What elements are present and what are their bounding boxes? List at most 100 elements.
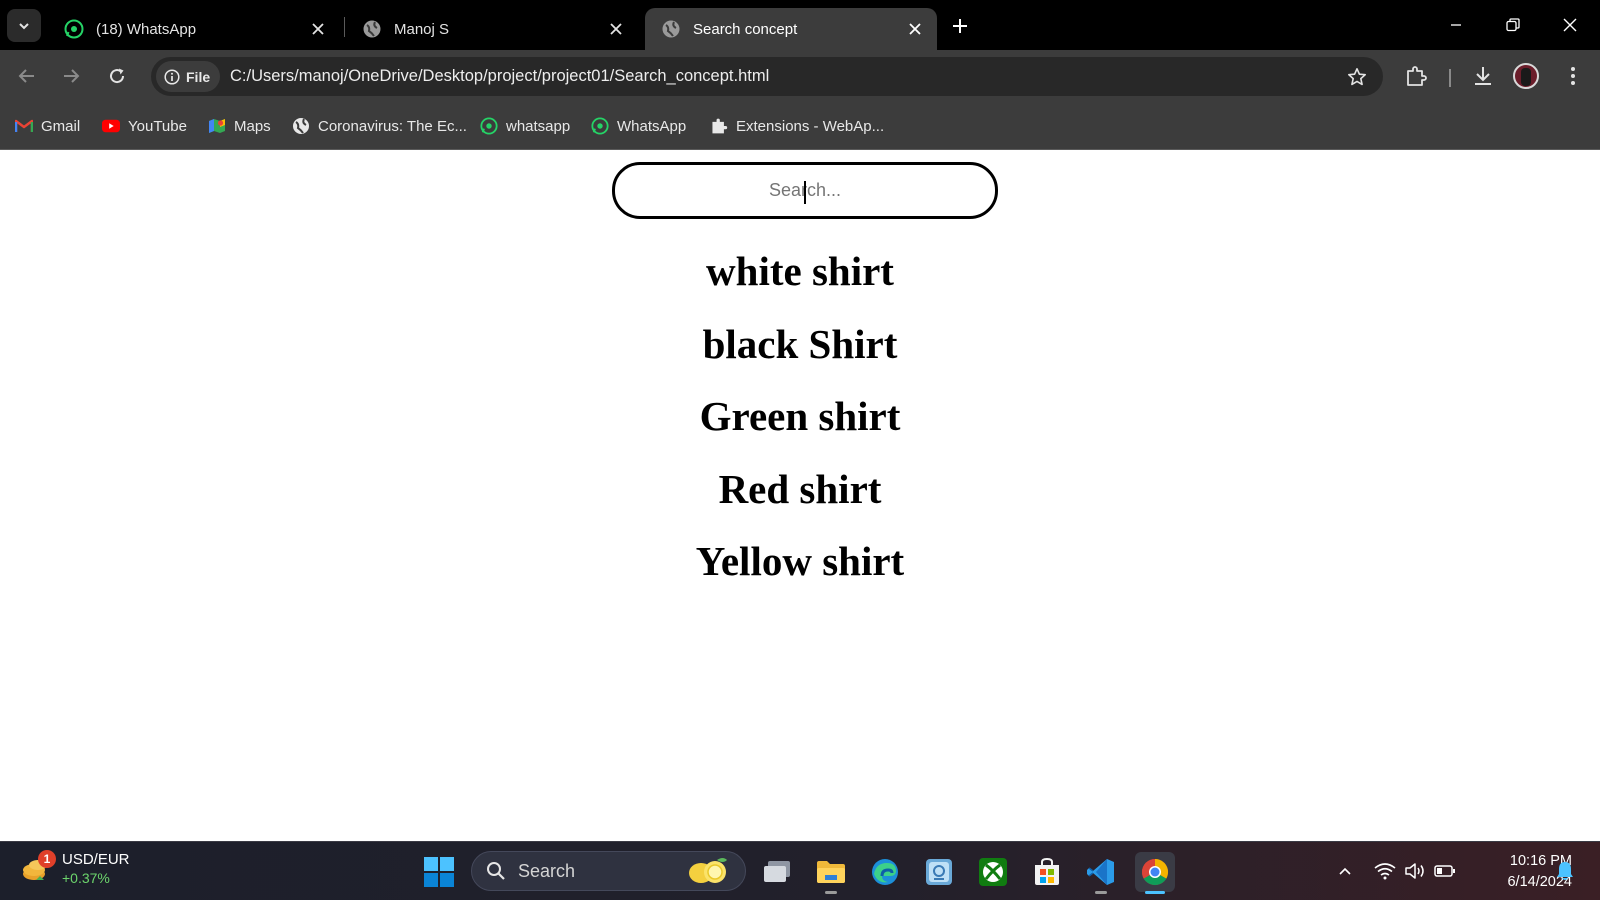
speaker-icon: [1405, 863, 1424, 879]
address-bar[interactable]: File C:/Users/manoj/OneDrive/Desktop/pro…: [151, 57, 1383, 96]
bookmark-label: WhatsApp: [617, 117, 687, 135]
taskbar-app-task-view[interactable]: [757, 852, 797, 892]
page-content: white shirt black Shirt Green shirt Red …: [0, 151, 1600, 841]
battery-icon: [1434, 865, 1455, 877]
bookmark-coronavirus[interactable]: Coronavirus: The Ec...: [292, 115, 467, 137]
download-icon: [1475, 67, 1491, 85]
tab-whatsapp[interactable]: (18) WhatsApp: [48, 8, 340, 50]
lemon-icon: [687, 856, 731, 886]
tab-separator: [344, 17, 345, 37]
folder-icon: [817, 861, 845, 883]
taskbar-search-label: Search: [518, 860, 576, 881]
minimize-icon: [1451, 24, 1461, 26]
youtube-icon: [102, 117, 120, 135]
tab-title: (18) WhatsApp: [96, 20, 197, 38]
list-item: Red shirt: [718, 465, 882, 512]
battery-status[interactable]: [1432, 858, 1458, 884]
taskbar-app-vscode[interactable]: [1081, 852, 1121, 894]
start-button[interactable]: [423, 856, 455, 888]
taskbar-app-file-explorer[interactable]: [811, 852, 851, 894]
bookmarks-bar: Gmail YouTube Maps Coronavirus: The Ec..…: [0, 102, 1600, 150]
running-indicator: [1095, 891, 1107, 894]
bell-icon: [1557, 862, 1573, 880]
arrow-right-icon: [64, 69, 80, 83]
forward-button[interactable]: [55, 60, 87, 92]
volume-status[interactable]: [1402, 858, 1428, 884]
taskbar-app-remote[interactable]: [919, 852, 959, 892]
currency-widget[interactable]: 1 USD/EUR +0.37%: [20, 850, 130, 888]
windows-logo-icon: [424, 857, 454, 887]
wifi-icon: [1374, 863, 1396, 880]
bookmark-maps[interactable]: Maps: [208, 115, 271, 137]
globe-icon: [292, 117, 310, 135]
puzzle-icon: [710, 117, 728, 135]
gmail-icon: [15, 117, 33, 135]
tab-title: Manoj S: [394, 20, 450, 38]
bookmark-whatsapp[interactable]: WhatsApp: [591, 115, 686, 137]
site-info-label: File: [186, 68, 211, 85]
store-icon: [1035, 857, 1059, 885]
arrow-left-icon: [18, 69, 34, 83]
tab-manoj-s[interactable]: Manoj S: [346, 8, 638, 50]
taskbar-app-chrome[interactable]: [1135, 852, 1175, 894]
text-cursor: [804, 181, 806, 204]
profile-avatar[interactable]: [1513, 63, 1539, 89]
reload-button[interactable]: [101, 60, 133, 92]
bookmark-star-button[interactable]: [1345, 65, 1369, 89]
minimize-button[interactable]: [1434, 8, 1478, 42]
notification-badge: 1: [38, 850, 56, 868]
restore-button[interactable]: [1491, 8, 1535, 42]
tab-search-concept[interactable]: Search concept: [645, 8, 937, 50]
coins-icon: 1: [20, 850, 56, 886]
close-window-button[interactable]: [1548, 8, 1592, 42]
task-view-icon: [764, 861, 790, 882]
bookmark-label: Coronavirus: The Ec...: [318, 117, 467, 135]
chevron-up-icon: [1339, 867, 1351, 875]
list-item: Yellow shirt: [695, 538, 905, 584]
taskbar-app-xbox[interactable]: [973, 852, 1013, 892]
back-button[interactable]: [11, 60, 43, 92]
notifications-button[interactable]: [1552, 858, 1578, 884]
chrome-icon: [1141, 858, 1169, 886]
browser-menu-button[interactable]: [1557, 60, 1589, 92]
downloads-button[interactable]: [1467, 60, 1499, 92]
site-info-chip[interactable]: File: [156, 61, 221, 92]
chevron-down-icon: [19, 22, 29, 29]
bookmark-youtube[interactable]: YouTube: [102, 115, 187, 137]
show-hidden-icons-button[interactable]: [1332, 858, 1358, 884]
bookmark-label: Maps: [234, 117, 271, 135]
remote-desktop-icon: [926, 859, 952, 885]
bookmark-whatsapp-lower[interactable]: whatsapp: [480, 115, 570, 137]
toolbar-divider: [1449, 69, 1451, 87]
wifi-status[interactable]: [1372, 858, 1398, 884]
maps-icon: [208, 117, 226, 135]
bookmark-gmail[interactable]: Gmail: [15, 115, 80, 137]
globe-icon: [661, 19, 681, 39]
running-indicator: [825, 891, 837, 894]
xbox-icon: [979, 858, 1007, 886]
info-icon: [164, 68, 180, 85]
bookmark-label: whatsapp: [506, 117, 571, 135]
taskbar-app-store[interactable]: [1027, 852, 1067, 892]
taskbar-search-box[interactable]: Search: [471, 851, 746, 891]
taskbar: 1 USD/EUR +0.37% Search 10:16 PM 6/14/20…: [0, 841, 1600, 900]
search-icon: [486, 861, 506, 881]
new-tab-button[interactable]: [946, 12, 974, 40]
extensions-button[interactable]: [1400, 60, 1432, 92]
browser-toolbar: File C:/Users/manoj/OneDrive/Desktop/pro…: [0, 50, 1600, 102]
plus-icon: [953, 19, 967, 33]
list-item: white shirt: [706, 248, 894, 294]
vscode-icon: [1087, 859, 1114, 885]
restore-icon: [1506, 18, 1520, 32]
close-icon[interactable]: [604, 17, 628, 41]
close-icon[interactable]: [903, 17, 927, 41]
edge-icon: [872, 859, 898, 885]
list-item: Green shirt: [699, 393, 901, 439]
tab-search-button[interactable]: [7, 9, 41, 42]
tab-title: Search concept: [693, 20, 798, 38]
puzzle-icon: [1407, 66, 1427, 86]
close-icon[interactable]: [306, 17, 330, 41]
url-text[interactable]: C:/Users/manoj/OneDrive/Desktop/project/…: [230, 67, 769, 86]
bookmark-extensions[interactable]: Extensions - WebAp...: [710, 115, 884, 137]
taskbar-app-edge[interactable]: [865, 852, 905, 892]
